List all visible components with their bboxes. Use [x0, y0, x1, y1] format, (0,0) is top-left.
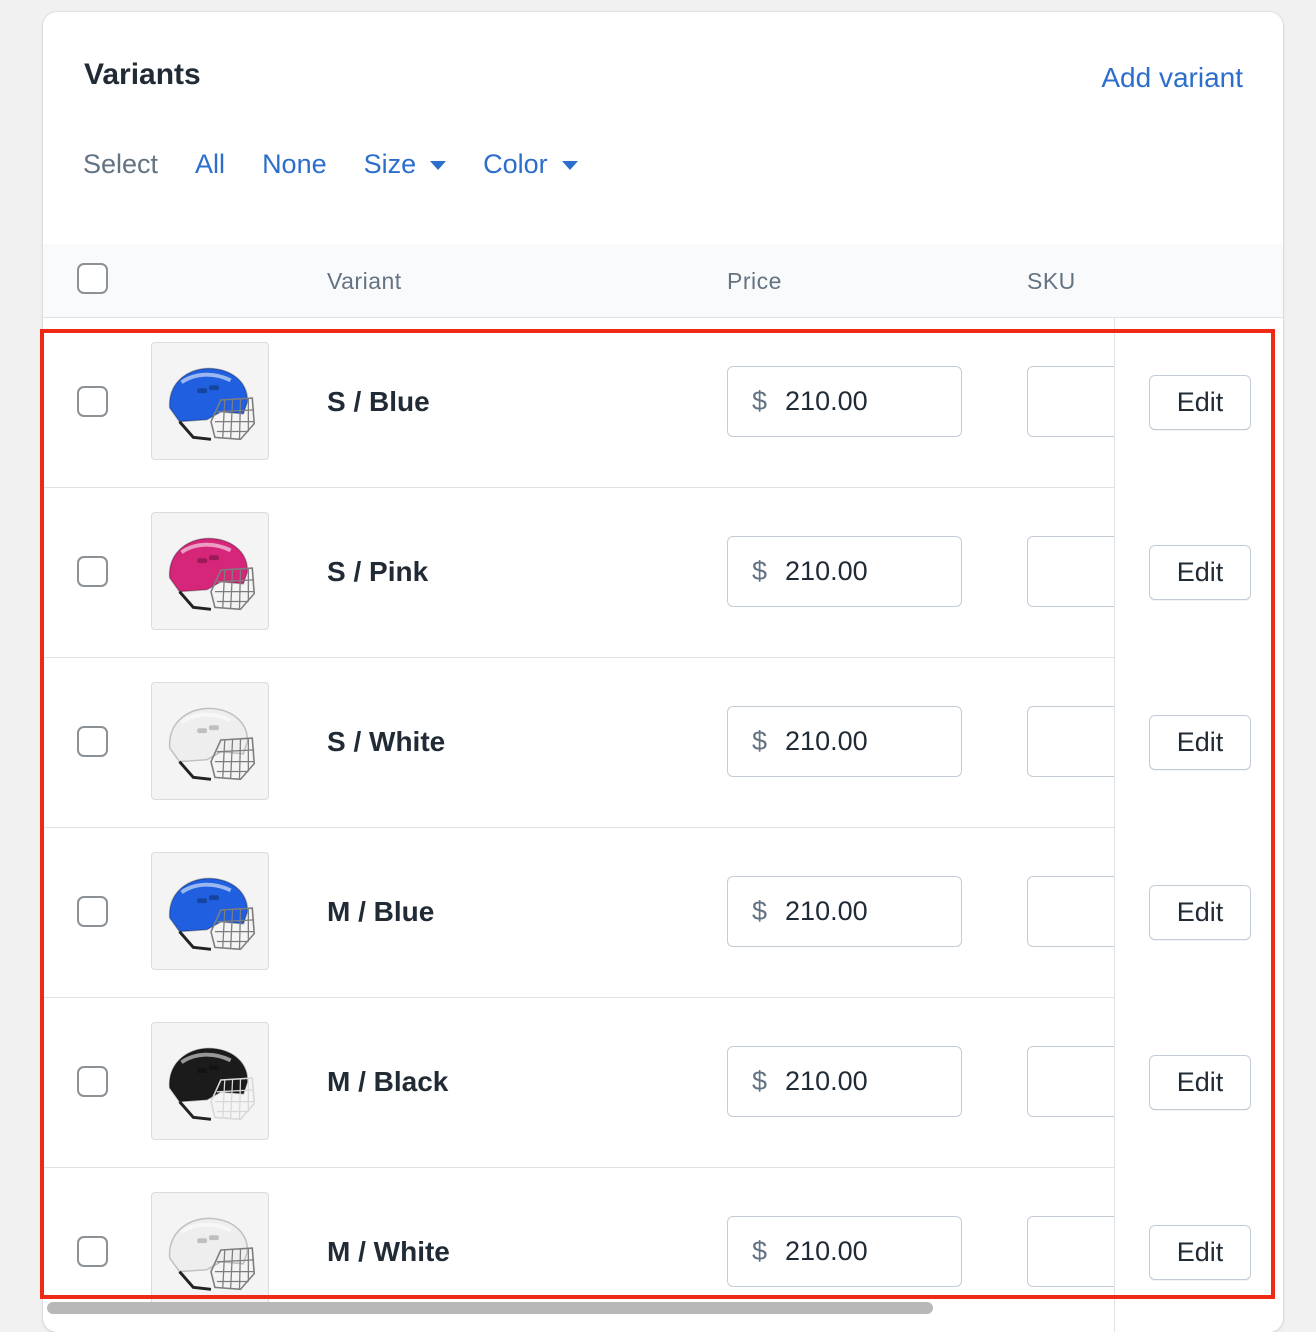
price-input[interactable]: $210.00	[727, 536, 962, 607]
price-input[interactable]: $210.00	[727, 1216, 962, 1287]
variant-thumbnail[interactable]	[151, 512, 269, 630]
currency-prefix: $	[752, 1066, 768, 1096]
edit-column: Edit Edit Edit Edit Edit Edit	[1114, 318, 1283, 1332]
row-checkbox[interactable]	[77, 556, 108, 587]
caret-down-icon	[561, 160, 578, 170]
variant-thumbnail[interactable]	[151, 1192, 269, 1310]
edit-button[interactable]: Edit	[1149, 1055, 1251, 1110]
select-none-link[interactable]: None	[262, 149, 327, 180]
price-input[interactable]: $210.00	[727, 1046, 962, 1117]
select-bar: Select All None Size Color	[83, 144, 615, 184]
row-checkbox[interactable]	[77, 1236, 108, 1267]
edit-button[interactable]: Edit	[1149, 1225, 1251, 1280]
currency-prefix: $	[752, 726, 768, 756]
table-row: M / Blue $210.00	[43, 828, 1283, 998]
variant-thumbnail[interactable]	[151, 682, 269, 800]
column-header-variant: Variant	[327, 268, 402, 294]
table-row: S / Pink $210.00	[43, 488, 1283, 658]
price-input[interactable]: $210.00	[727, 366, 962, 437]
add-variant-link[interactable]: Add variant	[1101, 62, 1243, 94]
select-label: Select	[83, 148, 159, 179]
white-helmet-icon	[168, 1217, 256, 1291]
select-color-label: Color	[483, 148, 548, 179]
edit-button[interactable]: Edit	[1149, 375, 1251, 430]
variant-thumbnail[interactable]	[151, 1022, 269, 1140]
price-value: 210.00	[785, 726, 868, 756]
column-header-sku: SKU	[1027, 268, 1076, 294]
table-row: M / Black $210.00	[43, 998, 1283, 1168]
card-title: Variants	[84, 58, 201, 91]
pink-helmet-icon	[168, 537, 256, 611]
variant-name: S / White	[327, 726, 446, 757]
variant-rows: S / Blue $210.00 S / Pink $210.00 S / White $…	[43, 318, 1283, 1332]
horizontal-scrollbar[interactable]	[47, 1302, 933, 1314]
price-input[interactable]: $210.00	[727, 876, 962, 947]
edit-button[interactable]: Edit	[1149, 885, 1251, 940]
variant-name: M / Black	[327, 1066, 449, 1097]
select-all-checkbox[interactable]	[77, 263, 108, 294]
price-value: 210.00	[785, 1066, 868, 1096]
currency-prefix: $	[752, 556, 768, 586]
blue-helmet-icon	[168, 877, 256, 951]
price-value: 210.00	[785, 896, 868, 926]
price-value: 210.00	[785, 556, 868, 586]
price-value: 210.00	[785, 1236, 868, 1266]
currency-prefix: $	[752, 1236, 768, 1266]
variant-name: M / Blue	[327, 896, 435, 927]
variant-name: M / White	[327, 1236, 450, 1267]
table-header: Variant Price SKU	[43, 244, 1283, 318]
price-input[interactable]: $210.00	[727, 706, 962, 777]
column-header-price: Price	[727, 268, 782, 294]
variant-name: S / Blue	[327, 386, 430, 417]
select-size-dropdown[interactable]: Size	[364, 149, 447, 180]
select-all-link[interactable]: All	[195, 149, 225, 180]
edit-button[interactable]: Edit	[1149, 715, 1251, 770]
table-row: S / White $210.00	[43, 658, 1283, 828]
price-value: 210.00	[785, 386, 868, 416]
select-size-label: Size	[363, 148, 417, 179]
white-helmet-icon	[168, 707, 256, 781]
currency-prefix: $	[752, 896, 768, 926]
select-color-dropdown[interactable]: Color	[483, 149, 578, 180]
variants-card: Variants Add variant Select All None Siz…	[43, 12, 1283, 1332]
edit-button[interactable]: Edit	[1149, 545, 1251, 600]
row-checkbox[interactable]	[77, 1066, 108, 1097]
variant-name: S / Pink	[327, 556, 429, 587]
row-checkbox[interactable]	[77, 726, 108, 757]
row-checkbox[interactable]	[77, 386, 108, 417]
table-row: S / Blue $210.00	[43, 318, 1283, 488]
variant-thumbnail[interactable]	[151, 342, 269, 460]
caret-down-icon	[430, 160, 447, 170]
row-checkbox[interactable]	[77, 896, 108, 927]
currency-prefix: $	[752, 386, 768, 416]
black-helmet-icon	[168, 1047, 256, 1121]
variant-thumbnail[interactable]	[151, 852, 269, 970]
blue-helmet-icon	[168, 367, 256, 441]
